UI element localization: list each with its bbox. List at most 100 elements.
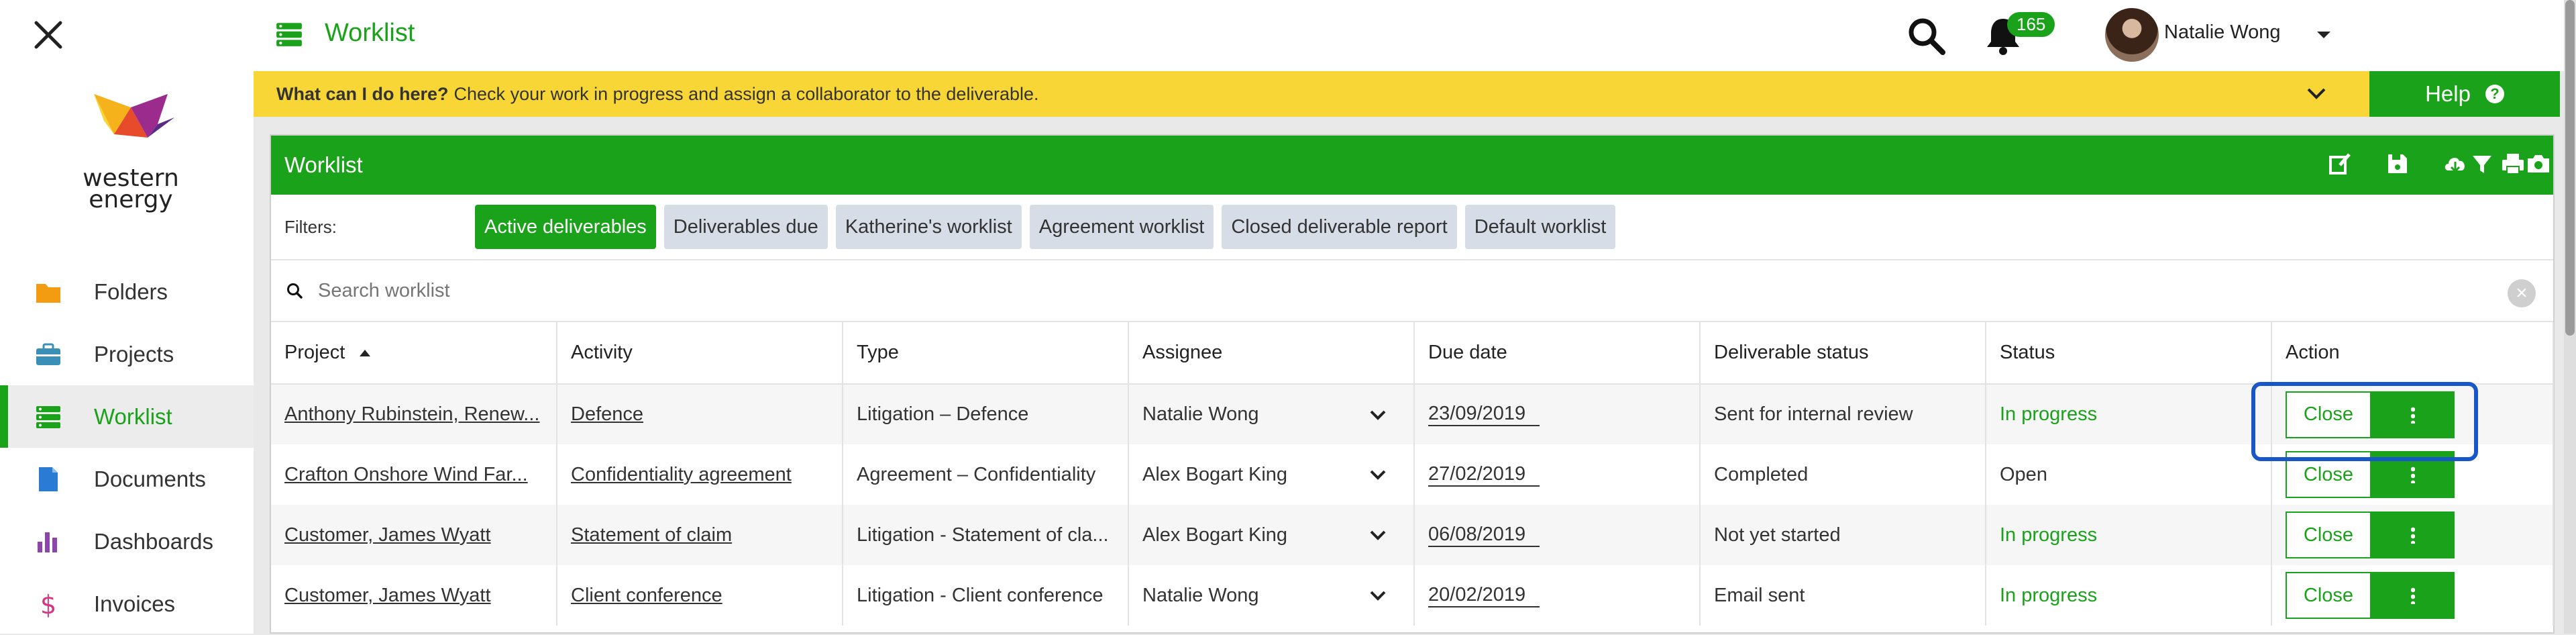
table-row: Customer, James Wyatt Client conference … xyxy=(271,565,2554,626)
chevron-down-icon[interactable] xyxy=(1369,589,1387,601)
close-button[interactable]: Close xyxy=(2286,451,2371,498)
chevron-down-icon[interactable] xyxy=(1369,529,1387,541)
sidebar-item-label: Projects xyxy=(94,341,174,367)
chevron-down-icon[interactable] xyxy=(2304,83,2328,103)
briefcase-icon xyxy=(36,343,60,365)
folder-icon xyxy=(36,283,60,303)
due-date-field[interactable]: 23/09/2019 xyxy=(1414,384,1701,444)
more-options-button[interactable] xyxy=(2371,451,2455,498)
column-header-type[interactable]: Type xyxy=(843,322,1129,385)
user-name[interactable]: Natalie Wong xyxy=(2164,21,2281,44)
notification-badge: 165 xyxy=(2007,12,2055,37)
logo-text: western energy xyxy=(83,164,179,213)
action-cell: Close xyxy=(2271,505,2554,565)
type-cell: Litigation – Defence xyxy=(843,384,1129,444)
info-text: Check your work in progress and assign a… xyxy=(453,83,1039,104)
column-header-due-date[interactable]: Due date xyxy=(1414,322,1701,385)
activity-link[interactable]: Confidentiality agreement xyxy=(557,444,843,505)
sidebar-item-label: Worklist xyxy=(94,403,172,429)
filter-closed-deliverable-report[interactable]: Closed deliverable report xyxy=(1222,205,1457,249)
more-options-button[interactable] xyxy=(2371,511,2455,558)
search-icon xyxy=(287,283,303,299)
filter-katherines-worklist[interactable]: Katherine's worklist xyxy=(835,205,1022,249)
status-cell: Open xyxy=(1986,444,2272,505)
clear-search-icon[interactable]: × xyxy=(2508,279,2536,307)
dollar-icon: $ xyxy=(40,591,56,618)
column-header-project[interactable]: Project xyxy=(271,322,557,385)
project-link[interactable]: Crafton Onshore Wind Far... xyxy=(271,444,557,505)
deliverable-status-cell: Completed xyxy=(1700,444,1986,505)
sidebar-item-label: Dashboards xyxy=(94,528,213,554)
project-link[interactable]: Customer, James Wyatt xyxy=(271,505,557,565)
assignee-cell[interactable]: Alex Bogart King xyxy=(1128,505,1415,565)
close-button[interactable]: Close xyxy=(2286,391,2371,438)
help-button[interactable]: Help ? xyxy=(2369,71,2560,117)
sidebar-item-invoices[interactable]: $ Invoices xyxy=(0,573,254,635)
due-date-field[interactable]: 20/02/2019 xyxy=(1414,565,1701,626)
worklist-table: Project Activity Type Assignee Due date … xyxy=(271,322,2554,626)
project-link[interactable]: Customer, James Wyatt xyxy=(271,565,557,626)
sidebar-item-worklist[interactable]: Worklist xyxy=(0,385,254,448)
more-options-button[interactable] xyxy=(2371,572,2455,619)
close-button[interactable]: Close xyxy=(2286,572,2371,619)
sidebar-item-folders[interactable]: Folders xyxy=(0,260,254,323)
filter-active-deliverables[interactable]: Active deliverables xyxy=(475,205,656,249)
sort-ascending-icon xyxy=(360,350,371,357)
western-energy-logo xyxy=(94,94,174,138)
cloud-download-icon[interactable] xyxy=(2442,150,2469,177)
worklist-icon xyxy=(276,23,302,46)
sidebar-item-documents[interactable]: Documents xyxy=(0,448,254,510)
deliverable-status-cell: Sent for internal review xyxy=(1700,384,1986,444)
sidebar: western energy Folders Projects Worklist… xyxy=(0,0,254,634)
column-header-deliverable-status[interactable]: Deliverable status xyxy=(1700,322,1986,385)
assignee-cell[interactable]: Natalie Wong xyxy=(1128,384,1415,444)
camera-icon[interactable] xyxy=(2525,150,2552,177)
printer-icon[interactable] xyxy=(2500,150,2526,177)
kebab-icon xyxy=(2411,526,2415,544)
activity-link[interactable]: Client conference xyxy=(557,565,843,626)
question-icon: ? xyxy=(2485,85,2504,103)
status-cell: In progress xyxy=(1986,384,2272,444)
column-header-activity[interactable]: Activity xyxy=(557,322,843,385)
search-row: × xyxy=(271,260,2553,322)
table-row: Crafton Onshore Wind Far... Confidential… xyxy=(271,444,2554,505)
filters-label: Filters: xyxy=(284,216,337,237)
type-cell: Agreement – Confidentiality xyxy=(843,444,1129,505)
column-header-status[interactable]: Status xyxy=(1986,322,2272,385)
more-options-button[interactable] xyxy=(2371,391,2455,438)
table-header-row: Project Activity Type Assignee Due date … xyxy=(271,322,2554,385)
search-icon[interactable] xyxy=(1905,15,1948,58)
activity-link[interactable]: Statement of claim xyxy=(557,505,843,565)
status-cell: In progress xyxy=(1986,505,2272,565)
edit-icon[interactable] xyxy=(2326,150,2353,177)
close-button[interactable]: Close xyxy=(2286,511,2371,558)
due-date-field[interactable]: 27/02/2019 xyxy=(1414,444,1701,505)
scrollbar-thumb[interactable] xyxy=(2565,0,2575,336)
panel-header: Worklist xyxy=(271,136,2553,195)
chevron-down-icon[interactable] xyxy=(1369,469,1387,481)
chevron-down-icon[interactable] xyxy=(2316,30,2332,40)
filter-icon[interactable] xyxy=(2469,150,2496,177)
action-cell: Close xyxy=(2271,444,2554,505)
activity-link[interactable]: Defence xyxy=(557,384,843,444)
sidebar-nav: Folders Projects Worklist Documents Dash… xyxy=(0,260,254,635)
avatar[interactable] xyxy=(2105,8,2159,62)
help-label: Help xyxy=(2425,81,2471,106)
page-title: Worklist xyxy=(325,19,415,47)
close-icon[interactable] xyxy=(31,17,66,52)
due-date-field[interactable]: 06/08/2019 xyxy=(1414,505,1701,565)
info-banner: What can I do here? Check your work in p… xyxy=(254,71,2369,117)
chevron-down-icon[interactable] xyxy=(1369,409,1387,421)
sidebar-item-projects[interactable]: Projects xyxy=(0,323,254,385)
project-link[interactable]: Anthony Rubinstein, Renew... xyxy=(271,384,557,444)
filter-deliverables-due[interactable]: Deliverables due xyxy=(663,205,828,249)
sidebar-item-dashboards[interactable]: Dashboards xyxy=(0,510,254,573)
save-icon[interactable] xyxy=(2384,150,2411,177)
assignee-cell[interactable]: Natalie Wong xyxy=(1128,565,1415,626)
column-header-assignee[interactable]: Assignee xyxy=(1128,322,1415,385)
assignee-cell[interactable]: Alex Bogart King xyxy=(1128,444,1415,505)
filter-default-worklist[interactable]: Default worklist xyxy=(1464,205,1616,249)
table-row: Customer, James Wyatt Statement of claim… xyxy=(271,505,2554,565)
filter-agreement-worklist[interactable]: Agreement worklist xyxy=(1029,205,1214,249)
search-input[interactable] xyxy=(318,279,2330,302)
